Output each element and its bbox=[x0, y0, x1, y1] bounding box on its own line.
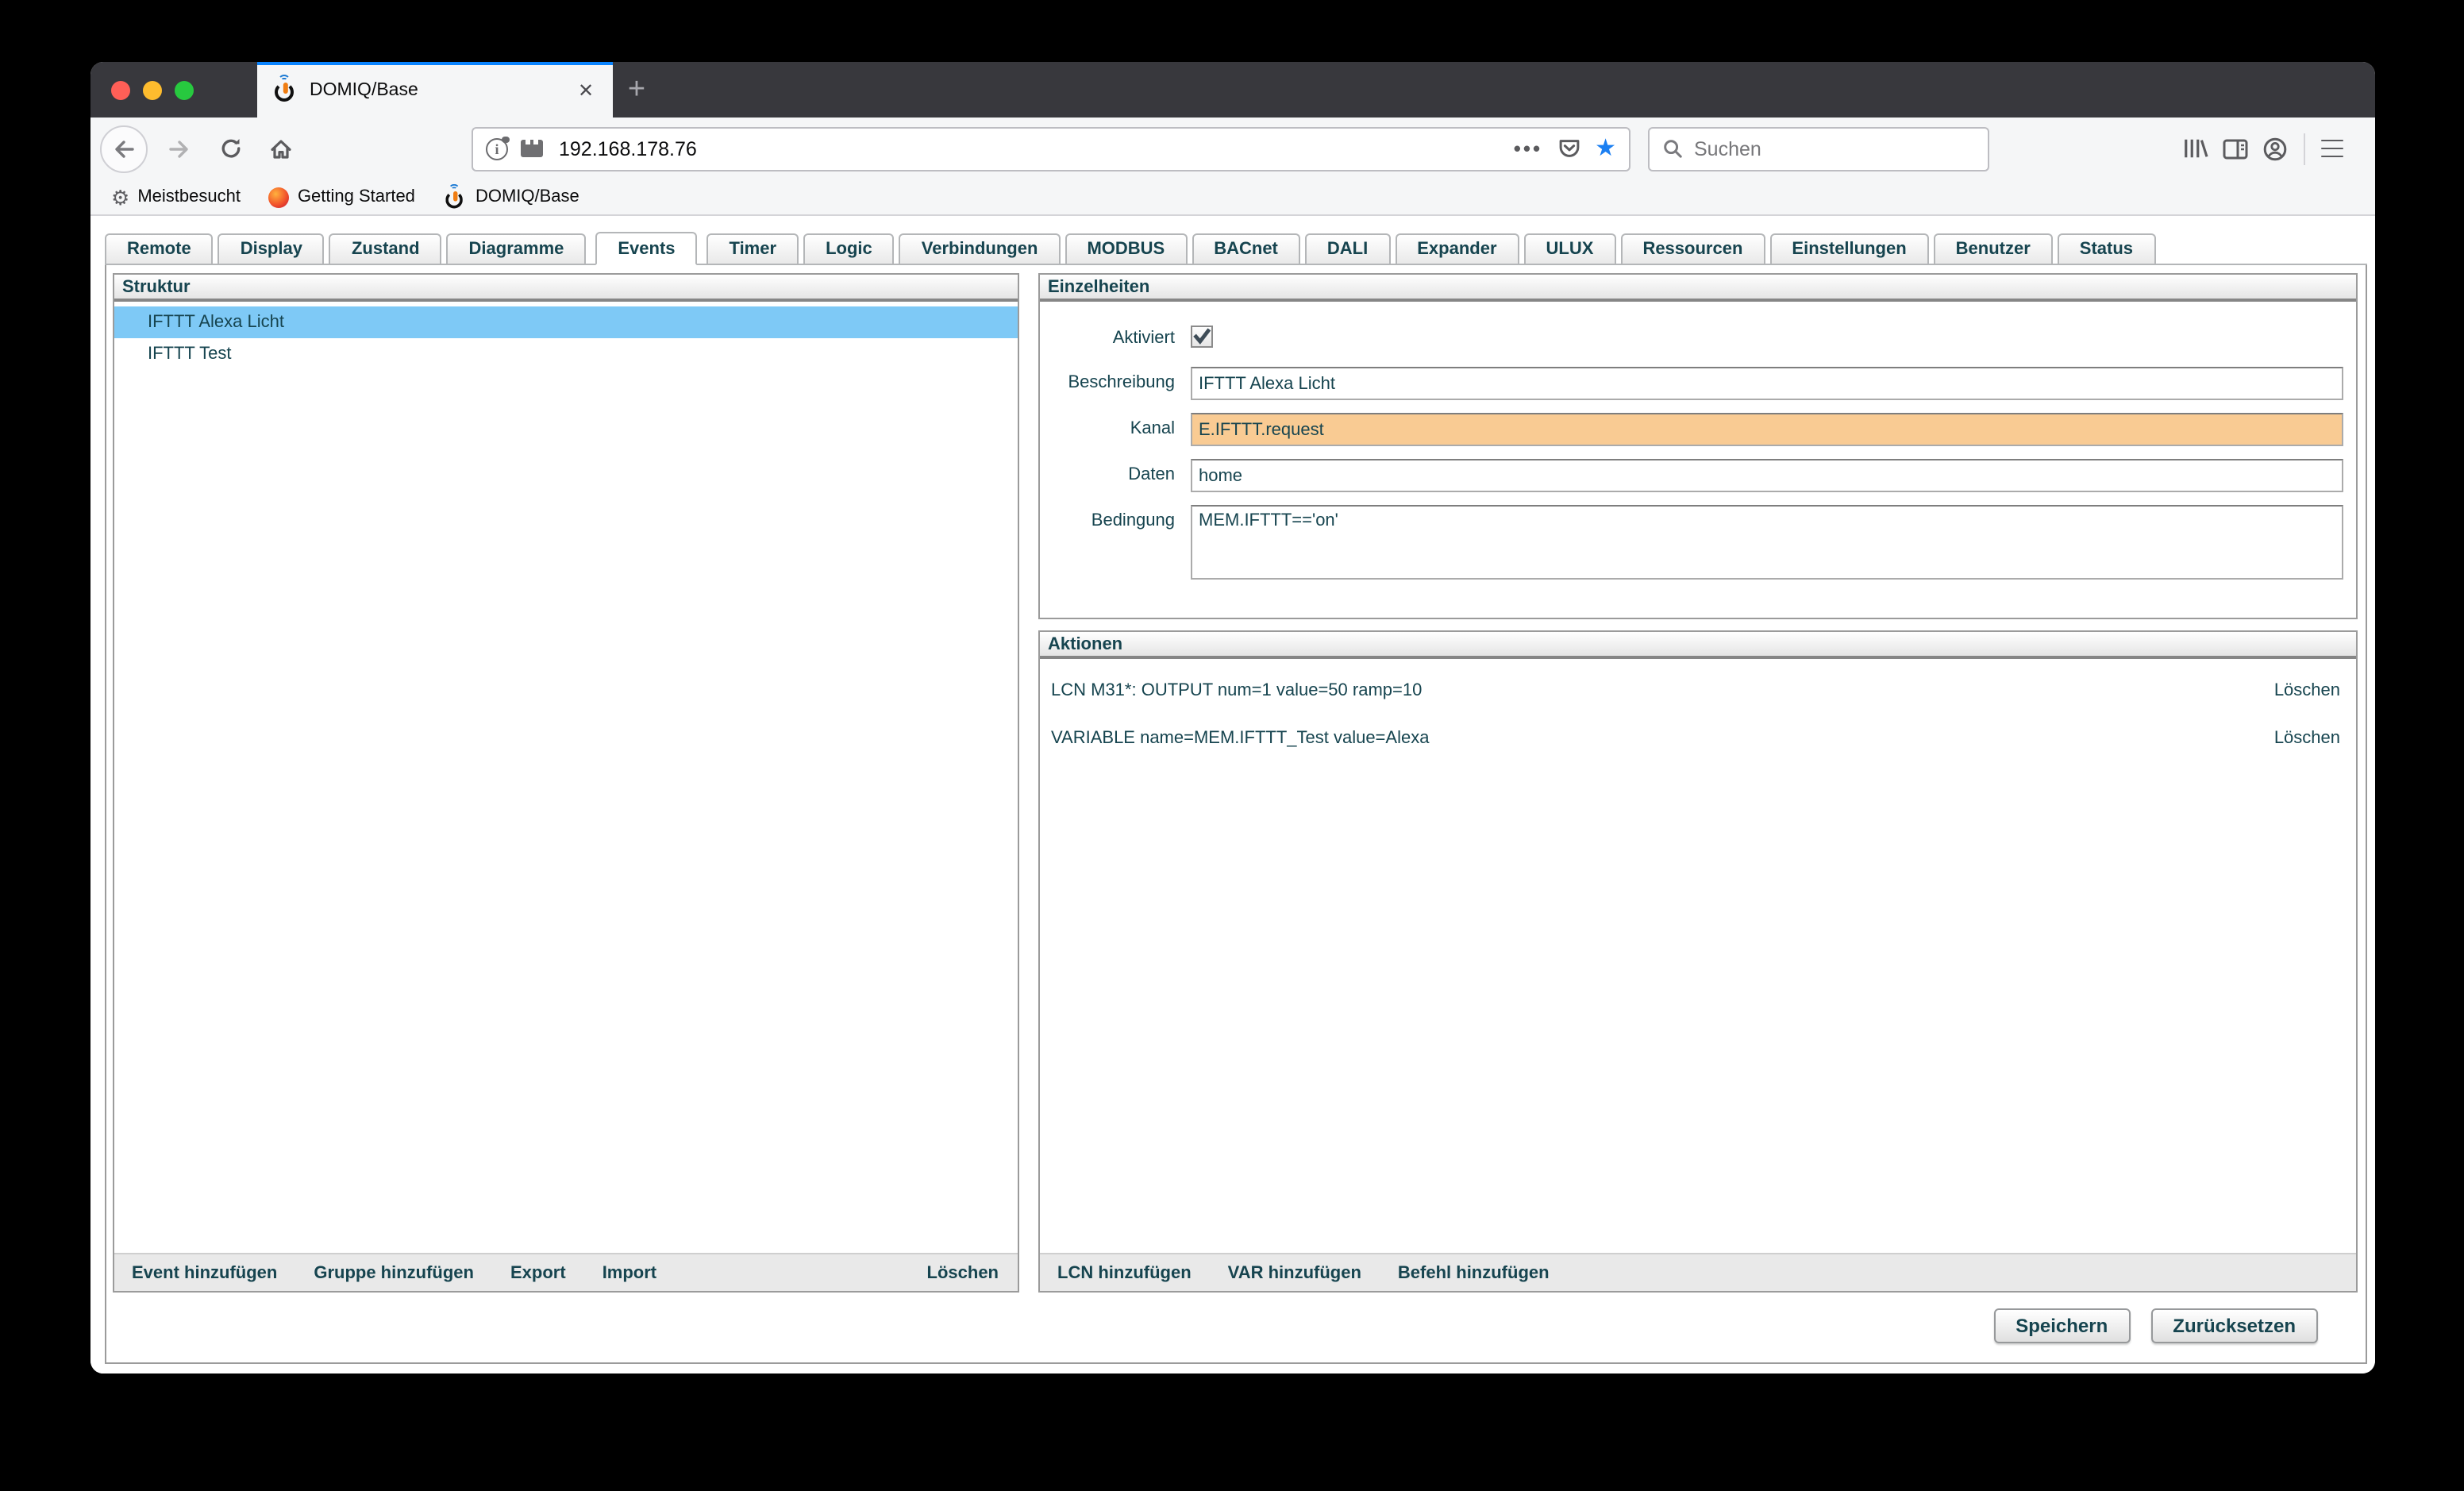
tab-close-icon[interactable]: ✕ bbox=[572, 75, 600, 104]
struktur-panel-header: Struktur bbox=[114, 275, 1018, 302]
tab-modbus[interactable]: MODBUS bbox=[1065, 233, 1187, 264]
bookmark-star-icon[interactable]: ★ bbox=[1595, 137, 1616, 160]
search-input[interactable] bbox=[1694, 137, 1975, 160]
window-controls bbox=[111, 62, 194, 118]
domiq-favicon bbox=[273, 78, 297, 102]
page-actions-icon[interactable]: ••• bbox=[1514, 137, 1542, 160]
gear-icon: ⚙ bbox=[111, 187, 129, 207]
add-var-button[interactable]: VAR hinzufügen bbox=[1228, 1263, 1361, 1282]
close-window-button[interactable] bbox=[111, 80, 130, 99]
bookmark-most-visited[interactable]: ⚙ Meistbesucht bbox=[111, 187, 241, 207]
browser-window: DOMIQ/Base ✕ + i bbox=[90, 62, 2375, 1373]
sidebar-icon[interactable] bbox=[2223, 137, 2248, 160]
browser-tab[interactable]: DOMIQ/Base ✕ bbox=[257, 62, 613, 118]
bedingung-label: Bedingung bbox=[1040, 505, 1191, 588]
delete-action-link[interactable]: Löschen bbox=[2274, 729, 2340, 748]
struktur-toolbar: Event hinzufügen Gruppe hinzufügen Expor… bbox=[114, 1253, 1018, 1291]
permissions-icon[interactable] bbox=[521, 140, 543, 157]
zoom-window-button[interactable] bbox=[175, 80, 194, 99]
search-icon bbox=[1662, 138, 1683, 159]
aktionen-panel: Aktionen LCN M31*: OUTPUT num=1 value=50… bbox=[1038, 630, 2358, 1293]
daten-label: Daten bbox=[1040, 459, 1191, 492]
kanal-label: Kanal bbox=[1040, 413, 1191, 446]
reset-button[interactable]: Zurücksetzen bbox=[2150, 1308, 2318, 1343]
import-button[interactable]: Import bbox=[603, 1263, 656, 1282]
menu-icon[interactable] bbox=[2321, 139, 2343, 158]
tab-einstellungen[interactable]: Einstellungen bbox=[1769, 233, 1928, 264]
account-icon[interactable] bbox=[2262, 136, 2288, 161]
einzelheiten-panel-header: Einzelheiten bbox=[1040, 275, 2356, 302]
action-row: LCN M31*: OUTPUT num=1 value=50 ramp=10 … bbox=[1040, 675, 2356, 707]
navigation-toolbar: i ••• ★ bbox=[90, 118, 2375, 179]
back-button[interactable] bbox=[100, 125, 148, 172]
browser-titlebar: DOMIQ/Base ✕ + bbox=[90, 62, 2375, 118]
domiq-favicon bbox=[445, 187, 466, 208]
tab-benutzer[interactable]: Benutzer bbox=[1934, 233, 2053, 264]
delete-event-button[interactable]: Löschen bbox=[927, 1263, 999, 1282]
bedingung-field[interactable]: MEM.IFTTT=='on' bbox=[1191, 505, 2343, 580]
aktionen-panel-header: Aktionen bbox=[1040, 632, 2356, 659]
bookmark-domiq-base[interactable]: DOMIQ/Base bbox=[444, 185, 579, 209]
minimize-window-button[interactable] bbox=[143, 80, 162, 99]
tab-status[interactable]: Status bbox=[2058, 233, 2155, 264]
tab-bacnet[interactable]: BACnet bbox=[1192, 233, 1300, 264]
bookmark-getting-started[interactable]: Getting Started bbox=[269, 187, 415, 207]
event-tree: IFTTT Alexa Licht IFTTT Test bbox=[114, 302, 1018, 1253]
save-button[interactable]: Speichern bbox=[1993, 1308, 2130, 1343]
tab-expander[interactable]: Expander bbox=[1395, 233, 1519, 264]
events-view: Struktur IFTTT Alexa Licht IFTTT Test Ev… bbox=[105, 265, 2367, 1364]
home-button[interactable] bbox=[262, 129, 300, 168]
page-content: Remote Display Zustand Diagramme Events … bbox=[90, 216, 2375, 1373]
new-tab-button[interactable]: + bbox=[613, 62, 660, 118]
search-bar[interactable] bbox=[1648, 126, 1989, 171]
beschreibung-label: Beschreibung bbox=[1040, 367, 1191, 400]
tab-events[interactable]: Events bbox=[595, 232, 697, 265]
action-text: VARIABLE name=MEM.IFTTT_Test value=Alexa bbox=[1051, 729, 1429, 748]
tab-display[interactable]: Display bbox=[218, 233, 325, 264]
tab-zustand[interactable]: Zustand bbox=[329, 233, 442, 264]
tab-ressourcen[interactable]: Ressourcen bbox=[1620, 233, 1765, 264]
aktiviert-checkbox[interactable] bbox=[1191, 326, 1213, 348]
site-info-icon[interactable]: i bbox=[486, 137, 508, 160]
tab-remote[interactable]: Remote bbox=[105, 233, 214, 264]
action-row: VARIABLE name=MEM.IFTTT_Test value=Alexa… bbox=[1040, 722, 2356, 754]
tab-verbindungen[interactable]: Verbindungen bbox=[899, 233, 1061, 264]
firefox-icon bbox=[269, 187, 290, 207]
bookmarks-bar: ⚙ Meistbesucht Getting Started DOMIQ/Bas… bbox=[90, 179, 2375, 216]
einzelheiten-panel: Einzelheiten Aktiviert Beschreibung bbox=[1038, 273, 2358, 619]
url-input[interactable] bbox=[559, 137, 1514, 160]
add-group-button[interactable]: Gruppe hinzufügen bbox=[314, 1263, 474, 1282]
tree-item-ifttt-test[interactable]: IFTTT Test bbox=[114, 338, 1018, 370]
delete-action-link[interactable]: Löschen bbox=[2274, 681, 2340, 700]
app-tab-strip: Remote Display Zustand Diagramme Events … bbox=[105, 232, 2367, 265]
tab-timer[interactable]: Timer bbox=[707, 233, 799, 264]
aktiviert-label: Aktiviert bbox=[1040, 322, 1191, 354]
pocket-icon[interactable] bbox=[1557, 137, 1580, 160]
export-button[interactable]: Export bbox=[510, 1263, 566, 1282]
tree-item-ifttt-alexa-licht[interactable]: IFTTT Alexa Licht bbox=[114, 306, 1018, 338]
browser-tab-title: DOMIQ/Base bbox=[310, 80, 572, 99]
library-icon[interactable] bbox=[2181, 137, 2208, 160]
tab-ulux[interactable]: ULUX bbox=[1524, 233, 1616, 264]
add-lcn-button[interactable]: LCN hinzufügen bbox=[1057, 1263, 1192, 1282]
aktionen-toolbar: LCN hinzufügen VAR hinzufügen Befehl hin… bbox=[1040, 1253, 2356, 1291]
toolbar-separator bbox=[2304, 133, 2305, 164]
forward-button[interactable] bbox=[160, 129, 198, 168]
tab-logic[interactable]: Logic bbox=[803, 233, 895, 264]
beschreibung-field[interactable] bbox=[1191, 367, 2343, 400]
tab-diagramme[interactable]: Diagramme bbox=[447, 233, 587, 264]
add-event-button[interactable]: Event hinzufügen bbox=[132, 1263, 277, 1282]
form-footer: Speichern Zurücksetzen bbox=[106, 1293, 2366, 1362]
reload-button[interactable] bbox=[211, 129, 249, 168]
kanal-field[interactable] bbox=[1191, 413, 2343, 446]
action-text: LCN M31*: OUTPUT num=1 value=50 ramp=10 bbox=[1051, 681, 1422, 700]
tab-dali[interactable]: DALI bbox=[1305, 233, 1390, 264]
daten-field[interactable] bbox=[1191, 459, 2343, 492]
aktionen-list: LCN M31*: OUTPUT num=1 value=50 ramp=10 … bbox=[1040, 659, 2356, 1253]
struktur-panel: Struktur IFTTT Alexa Licht IFTTT Test Ev… bbox=[113, 273, 1019, 1293]
add-befehl-button[interactable]: Befehl hinzufügen bbox=[1398, 1263, 1550, 1282]
url-bar[interactable]: i ••• ★ bbox=[472, 126, 1630, 171]
checkmark-icon bbox=[1192, 327, 1211, 346]
